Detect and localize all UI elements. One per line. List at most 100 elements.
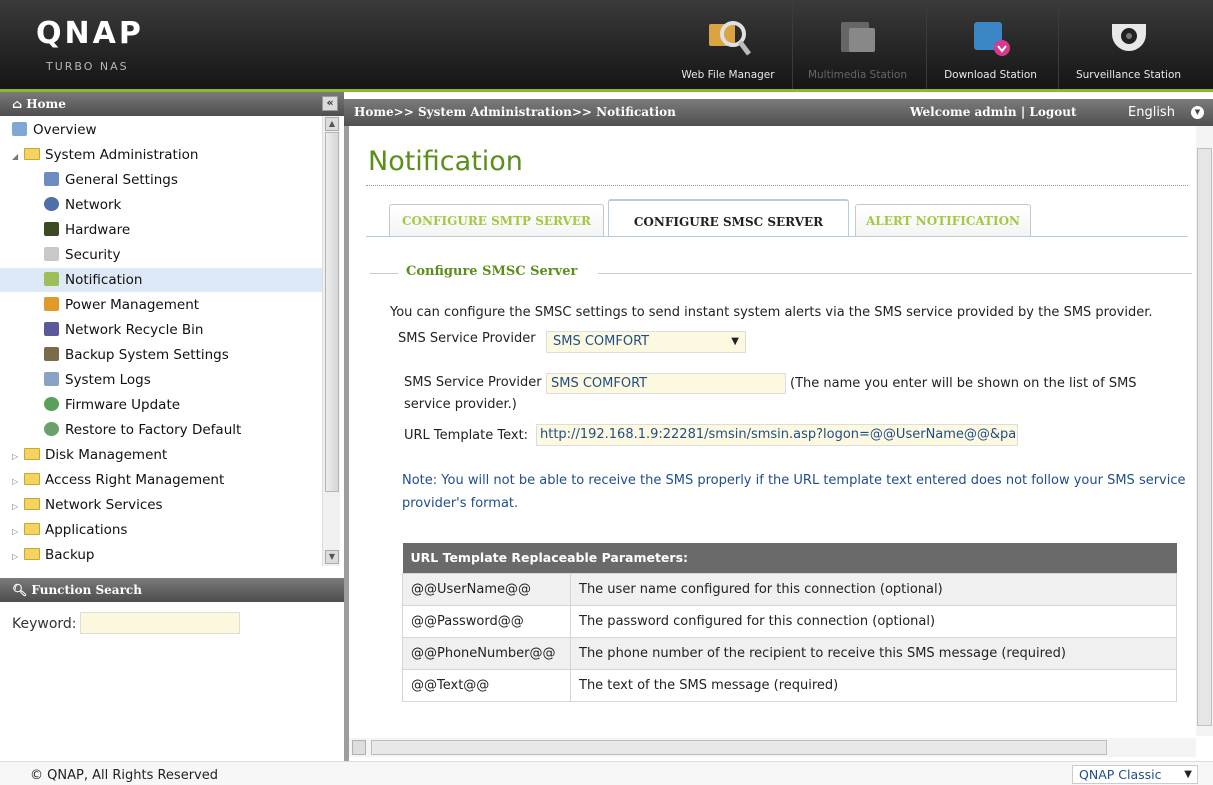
tree-item-hardware[interactable]: Hardware (44, 218, 130, 242)
tree-item-system-logs[interactable]: System Logs (44, 368, 151, 392)
web-file-manager-icon (709, 21, 751, 56)
keyword-input[interactable] (80, 612, 240, 634)
param-desc: The text of the SMS message (required) (570, 668, 1177, 702)
tree-scrollbar[interactable]: ▲ ▼ (322, 116, 340, 566)
tree-item-system-administration[interactable]: ◢ System Administration (12, 143, 198, 167)
provider-select-label: SMS Service Provider (398, 331, 536, 346)
left-panel: ⌂ Home « Overview ◢ System Administration… (0, 92, 344, 761)
power-management-icon (44, 297, 59, 311)
keyword-label: Keyword: (12, 616, 77, 632)
tab-configure-smtp-server[interactable]: CONFIGURE SMTP SERVER (389, 204, 604, 236)
folder-icon (24, 498, 40, 510)
param-desc: The password configured for this connect… (570, 604, 1177, 638)
logo-subtitle: TURBO NAS (46, 60, 129, 73)
recycle-bin-icon (44, 322, 59, 336)
provider-name-label: SMS Service Provider (404, 375, 542, 390)
section-title: Configure SMSC Server (406, 264, 578, 279)
tree-item-restore-factory-default[interactable]: Restore to Factory Default (44, 418, 241, 442)
chevron-down-icon[interactable]: ▼ (1191, 106, 1204, 119)
navigation-tree: Overview ◢ System Administration General … (0, 116, 322, 566)
tree-item-overview[interactable]: Overview (12, 118, 97, 142)
title-divider (366, 185, 1188, 186)
tree-item-power-management[interactable]: Power Management (44, 293, 199, 317)
sms-provider-select[interactable]: SMS COMFORT ▼ (546, 331, 746, 353)
main-top-bar: Home>> System Administration>> Notificat… (344, 99, 1213, 126)
tree-item-general-settings[interactable]: General Settings (44, 168, 178, 192)
url-template-label: URL Template Text: (404, 428, 529, 443)
table-header-row: URL Template Replaceable Parameters: (402, 543, 1177, 573)
tree-scroll-thumb[interactable] (325, 132, 339, 492)
tree-item-applications[interactable]: ▷ Applications (12, 518, 127, 542)
param-key: @@PhoneNumber@@ (402, 636, 571, 670)
backup-settings-icon (44, 347, 59, 361)
param-desc: The user name configured for this connec… (570, 572, 1177, 606)
format-note: Note: You will not be able to receive th… (402, 473, 1186, 488)
scroll-down-icon[interactable]: ▼ (325, 550, 339, 564)
collapsed-arrow-icon: ▷ (12, 502, 19, 511)
tree-item-notification[interactable]: Notification (0, 268, 322, 292)
search-icon: 🔍︎ (12, 583, 28, 597)
collapsed-arrow-icon: ▷ (12, 527, 19, 536)
folder-icon (24, 473, 40, 485)
language-selector[interactable]: English (1128, 99, 1175, 126)
provider-note-cont: service provider.) (404, 397, 517, 412)
firmware-update-icon (44, 397, 59, 411)
table-row: @@PhoneNumber@@ The phone number of the … (402, 636, 1177, 670)
folder-icon (24, 548, 40, 560)
tree-item-access-right-management[interactable]: ▷ Access Right Management (12, 468, 224, 492)
theme-select[interactable]: QNAP Classic ▼ (1072, 765, 1198, 784)
table-row: @@Text@@ The text of the SMS message (re… (402, 668, 1177, 702)
tree-item-disk-management[interactable]: ▷ Disk Management (12, 443, 167, 467)
main-horizontal-scrollbar[interactable] (349, 738, 1196, 757)
provider-note: (The name you enter will be shown on the… (790, 376, 1137, 391)
system-logs-icon (44, 372, 59, 386)
tree-item-network[interactable]: Network (44, 193, 121, 217)
url-template-input[interactable]: http://192.168.1.9:22281/smsin/smsin.asp… (536, 424, 1018, 446)
tree-item-security[interactable]: Security (44, 243, 120, 267)
qnap-logo: QNAP (36, 16, 144, 51)
footer: © QNAP, All Rights Reserved QNAP Classic… (0, 761, 1213, 785)
tree-item-network-recycle-bin[interactable]: Network Recycle Bin (44, 318, 204, 342)
parameters-table: URL Template Replaceable Parameters: @@U… (402, 543, 1177, 702)
tree-item-backup-system-settings[interactable]: Backup System Settings (44, 343, 229, 367)
function-search-header: 🔍︎ Function Search (0, 578, 344, 602)
chevron-down-icon: ▼ (731, 336, 739, 347)
scroll-up-icon[interactable]: ▲ (325, 117, 339, 131)
download-station-button[interactable]: Download Station (926, 0, 1054, 89)
table-row: @@UserName@@ The user name configured fo… (402, 572, 1177, 606)
scroll-left-icon[interactable] (352, 740, 366, 755)
main-vertical-scrollbar[interactable] (1196, 126, 1213, 736)
param-key: @@Text@@ (402, 668, 571, 702)
network-icon (44, 197, 59, 211)
collapsed-arrow-icon: ▷ (12, 477, 19, 486)
web-file-manager-button[interactable]: Web File Manager (668, 0, 788, 89)
horizontal-scroll-thumb[interactable] (371, 740, 1107, 755)
format-note-cont: provider's format. (402, 496, 519, 511)
surveillance-camera-icon (1111, 24, 1146, 51)
main-scroll-thumb[interactable] (1197, 148, 1212, 726)
fieldset-line (598, 273, 1192, 274)
tab-alert-notification[interactable]: ALERT NOTIFICATION (855, 204, 1031, 236)
home-icon: ⌂ (12, 97, 23, 111)
tree-item-network-services[interactable]: ▷ Network Services (12, 493, 163, 517)
overview-icon (12, 122, 27, 136)
multimedia-station-icon (840, 22, 875, 52)
multimedia-station-button[interactable]: Multimedia Station (792, 0, 922, 89)
download-station-icon (973, 22, 1010, 56)
hardware-icon (44, 222, 59, 236)
surveillance-station-button[interactable]: Surveillance Station (1058, 0, 1198, 89)
provider-name-input[interactable]: SMS COMFORT (546, 373, 786, 394)
tree-item-backup[interactable]: ▷ Backup (12, 543, 95, 566)
tabs-baseline (366, 236, 1188, 237)
folder-icon (24, 448, 40, 460)
copyright-text: © QNAP, All Rights Reserved (30, 768, 218, 783)
param-key: @@Password@@ (402, 604, 571, 638)
param-key: @@UserName@@ (402, 572, 571, 606)
home-label: Home (26, 97, 66, 111)
welcome-logout-link[interactable]: Welcome admin | Logout (910, 99, 1076, 126)
tab-configure-smsc-server[interactable]: CONFIGURE SMSC SERVER (608, 199, 849, 237)
collapse-panel-button[interactable]: « (322, 96, 338, 111)
restore-icon (44, 422, 59, 436)
security-lock-icon (44, 247, 59, 261)
tree-item-firmware-update[interactable]: Firmware Update (44, 393, 180, 417)
